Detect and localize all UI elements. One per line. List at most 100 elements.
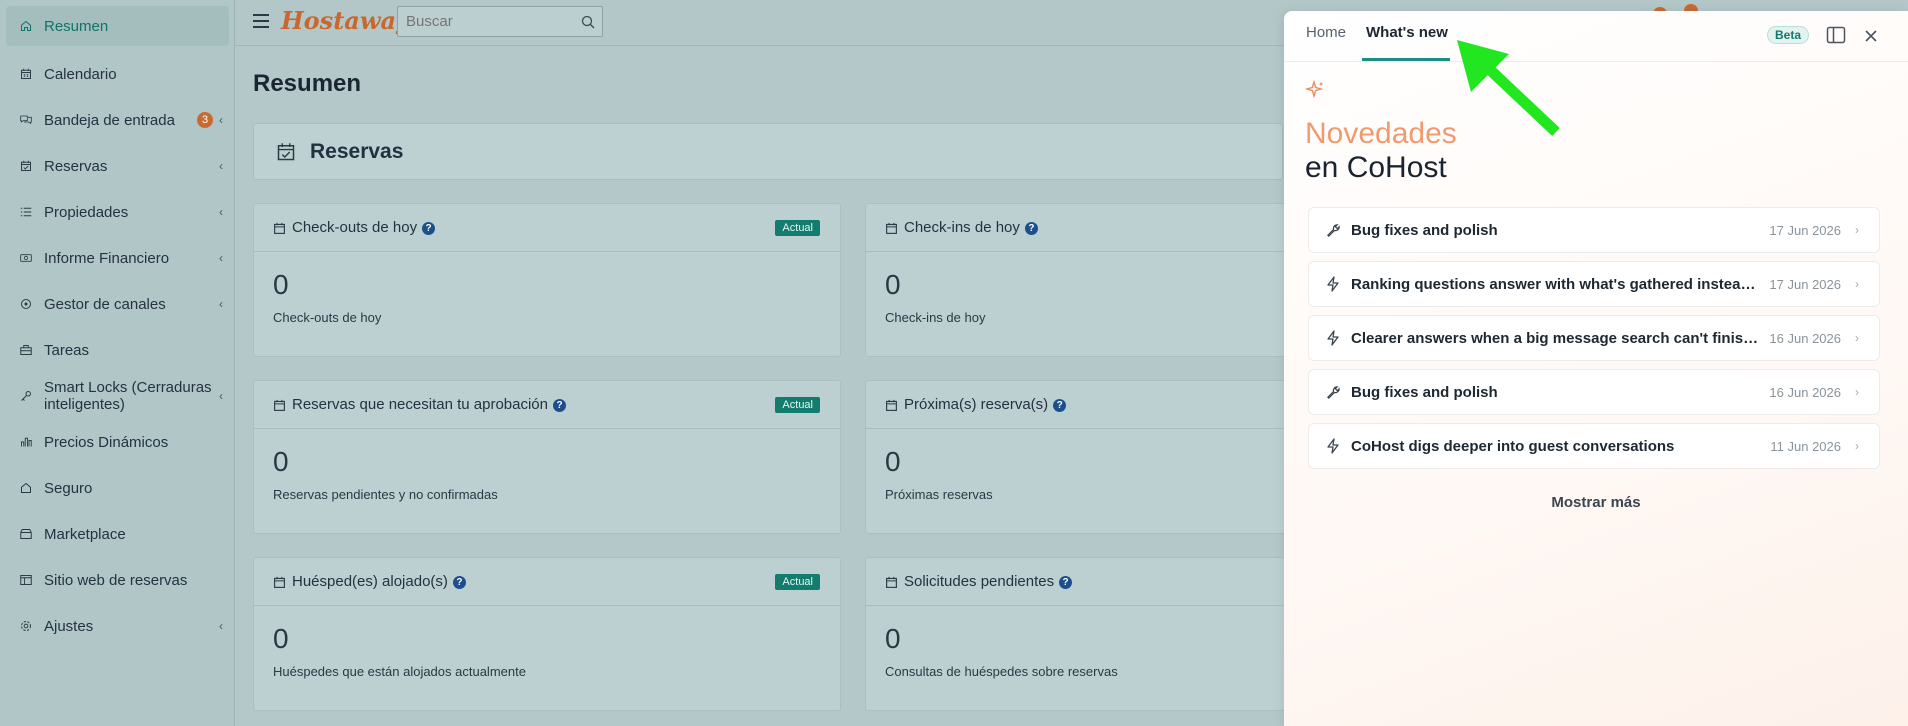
help-icon[interactable]: ? bbox=[553, 399, 566, 412]
sidebar-item-precios[interactable]: Precios Dinámicos bbox=[6, 422, 229, 462]
tab-home[interactable]: Home bbox=[1306, 24, 1346, 41]
sidebar-item-marketplace[interactable]: Marketplace bbox=[6, 514, 229, 554]
search-input[interactable] bbox=[398, 7, 568, 36]
sidebar-item-ajustes[interactable]: Ajustes ‹ bbox=[6, 606, 229, 646]
panel-heading: en CoHost bbox=[1305, 151, 1447, 184]
close-icon[interactable] bbox=[1865, 29, 1877, 47]
help-icon[interactable]: ? bbox=[422, 222, 436, 235]
help-icon[interactable]: ? bbox=[1053, 399, 1067, 412]
calendar-icon bbox=[885, 399, 898, 417]
sidebar-item-informe[interactable]: Informe Financiero ‹ bbox=[6, 238, 229, 278]
sidebar-item-seguro[interactable]: Seguro bbox=[6, 468, 229, 508]
help-icon[interactable]: ? bbox=[1059, 576, 1073, 589]
sidebar-item-tareas[interactable]: Tareas bbox=[6, 330, 229, 370]
sidebar-item-resumen[interactable]: Resumen bbox=[6, 6, 229, 46]
menu-icon[interactable] bbox=[253, 14, 269, 28]
sidebar-item-label: Ajustes bbox=[44, 617, 94, 635]
chevron-left-icon: ‹ bbox=[219, 159, 223, 173]
item-date: 16 Jun 2026 bbox=[1769, 384, 1841, 400]
wrench-icon bbox=[1309, 385, 1351, 400]
calendar-check-icon bbox=[6, 158, 32, 174]
calendar-icon bbox=[885, 222, 898, 240]
list-item[interactable]: Bug fixes and polish 16 Jun 2026 › bbox=[1308, 369, 1880, 415]
hostaway-logo[interactable]: Hostaway bbox=[281, 6, 410, 35]
tab-whats-new[interactable]: What's new bbox=[1366, 24, 1448, 41]
card-title: Check-ins de hoy? bbox=[904, 219, 1038, 236]
card-value: 0 bbox=[885, 623, 901, 654]
sidebar-item-label: Propiedades bbox=[44, 203, 129, 221]
briefcase-icon bbox=[6, 342, 32, 358]
chevron-right-icon: › bbox=[1855, 385, 1859, 399]
item-title: Clearer answers when a big message searc… bbox=[1351, 329, 1769, 347]
sidebar-item-gestor[interactable]: Gestor de canales ‹ bbox=[6, 284, 229, 324]
dock-panel-icon[interactable] bbox=[1826, 26, 1846, 49]
help-icon[interactable]: ? bbox=[1024, 222, 1038, 235]
item-title: Bug fixes and polish bbox=[1351, 383, 1498, 401]
lightning-icon bbox=[1309, 330, 1351, 346]
section-title: Reservas bbox=[310, 140, 404, 163]
money-icon bbox=[6, 250, 32, 266]
list-item[interactable]: Bug fixes and polish 17 Jun 2026 › bbox=[1308, 207, 1880, 253]
chevron-left-icon: ‹ bbox=[219, 205, 223, 219]
item-date: 16 Jun 2026 bbox=[1769, 330, 1841, 346]
calendar-icon bbox=[885, 576, 898, 594]
sidebar-item-label: Calendario bbox=[44, 65, 117, 83]
lightning-icon bbox=[1309, 438, 1351, 454]
sidebar-item-sitio-web[interactable]: Sitio web de reservas bbox=[6, 560, 229, 600]
key-icon bbox=[6, 388, 32, 404]
sidebar-item-label: Precios Dinámicos bbox=[44, 433, 169, 451]
calendar-icon bbox=[273, 222, 286, 240]
stat-card-huespedes: Huésped(es) alojado(s)? Actual 0 Huésped… bbox=[253, 557, 841, 711]
sidebar-item-calendario[interactable]: Calendario bbox=[6, 54, 229, 94]
card-title-text: Check-outs de hoy bbox=[292, 219, 418, 236]
show-more-button[interactable]: Mostrar más bbox=[1284, 494, 1908, 511]
item-date: 17 Jun 2026 bbox=[1769, 276, 1841, 292]
card-value: 0 bbox=[273, 269, 289, 300]
item-title: Ranking questions answer with what's gat… bbox=[1351, 275, 1767, 293]
gear-icon bbox=[6, 618, 32, 634]
chevron-left-icon: ‹ bbox=[219, 389, 223, 403]
card-subtitle: Próximas reservas bbox=[885, 487, 993, 502]
list-item[interactable]: Ranking questions answer with what's gat… bbox=[1308, 261, 1880, 307]
calendar-check-icon bbox=[276, 142, 296, 167]
card-title-text: Check-ins de hoy bbox=[904, 219, 1020, 236]
card-subtitle: Check-ins de hoy bbox=[885, 310, 986, 325]
sidebar-item-reservas[interactable]: Reservas ‹ bbox=[6, 146, 229, 186]
lightning-icon bbox=[1309, 276, 1351, 292]
card-title: Próxima(s) reserva(s)? bbox=[904, 396, 1067, 413]
sidebar-item-smart-locks[interactable]: Smart Locks (Cerraduras inteligentes) ‹ bbox=[6, 376, 229, 416]
card-title: Solicitudes pendientes? bbox=[904, 573, 1073, 590]
chevron-left-icon: ‹ bbox=[219, 297, 223, 311]
page-title: Resumen bbox=[253, 70, 362, 97]
status-badge: Actual bbox=[775, 574, 820, 590]
search-box bbox=[397, 6, 603, 37]
store-icon bbox=[6, 526, 32, 542]
calendar-icon bbox=[6, 66, 32, 82]
calendar-icon bbox=[273, 399, 286, 417]
chevron-right-icon: › bbox=[1855, 331, 1859, 345]
sidebar-item-label: Tareas bbox=[44, 341, 90, 359]
bar-chart-icon bbox=[6, 434, 32, 450]
chevron-right-icon: › bbox=[1855, 277, 1859, 291]
search-icon[interactable] bbox=[581, 15, 595, 34]
wrench-icon bbox=[1309, 223, 1351, 238]
item-date: 17 Jun 2026 bbox=[1769, 222, 1841, 238]
card-title: Huésped(es) alojado(s)? bbox=[292, 573, 466, 590]
whats-new-panel: Home What's new Beta Novedades en CoHost… bbox=[1284, 11, 1908, 726]
help-icon[interactable]: ? bbox=[452, 576, 466, 589]
sidebar-item-label: Marketplace bbox=[44, 525, 126, 543]
sidebar-item-propiedades[interactable]: Propiedades ‹ bbox=[6, 192, 229, 232]
sidebar-item-bandeja[interactable]: Bandeja de entrada 3 ‹ bbox=[6, 100, 229, 140]
card-value: 0 bbox=[885, 269, 901, 300]
sidebar: Resumen Calendario Bandeja de entrada 3 … bbox=[0, 0, 235, 726]
chevron-left-icon: ‹ bbox=[219, 251, 223, 265]
card-title-text: Solicitudes pendientes bbox=[904, 573, 1055, 590]
sidebar-item-label: Gestor de canales bbox=[44, 295, 166, 313]
list-item[interactable]: CoHost digs deeper into guest conversati… bbox=[1308, 423, 1880, 469]
status-badge: Actual bbox=[775, 397, 820, 413]
card-subtitle: Reservas pendientes y no confirmadas bbox=[273, 487, 498, 502]
list-icon bbox=[6, 204, 32, 220]
chevron-right-icon: › bbox=[1855, 223, 1859, 237]
card-value: 0 bbox=[885, 446, 901, 477]
list-item[interactable]: Clearer answers when a big message searc… bbox=[1308, 315, 1880, 361]
